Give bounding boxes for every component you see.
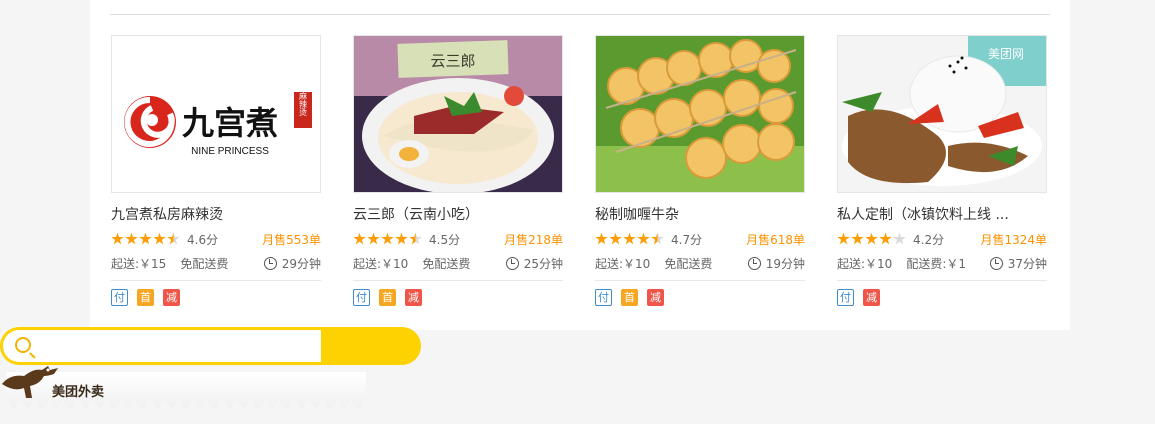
min-order: 起送:￥15 <box>111 256 167 271</box>
restaurant-name[interactable]: 秘制咖喱牛杂 <box>595 205 805 225</box>
delivery-fee: 配送费:￥1 <box>906 256 967 271</box>
restaurant-photo[interactable]: 云三郎 <box>353 35 563 193</box>
delivery-fee: 免配送费 <box>180 256 229 271</box>
delivery-time-value: 19分钟 <box>765 256 805 271</box>
restaurant-name[interactable]: 私人定制（冰镇饮料上线 ... <box>837 205 1047 225</box>
watermark-text: 美团网 <box>988 47 1024 61</box>
delivery-time: 29分钟 <box>263 255 321 272</box>
star-icon <box>851 232 864 245</box>
delivery-time-value: 29分钟 <box>281 256 321 271</box>
rating-score: 4.6分 <box>187 232 219 247</box>
min-order: 起送:￥10 <box>837 256 893 271</box>
restaurant-logo-image[interactable]: 九宫煮 麻辣烫 NINE PRINCESS <box>111 35 321 193</box>
star-icon <box>879 232 892 245</box>
empty-star-icon <box>893 232 906 245</box>
promo-badges: 付 首 减 <box>353 289 563 306</box>
delivery-time: 37分钟 <box>989 255 1047 272</box>
star-icon <box>125 232 138 245</box>
restaurant-photo[interactable]: 美团网 <box>837 35 1047 193</box>
first-order-badge: 首 <box>621 289 638 306</box>
clock-icon <box>989 256 1003 270</box>
search-input-wrapper <box>3 330 321 362</box>
divider <box>595 280 805 281</box>
online-pay-badge: 付 <box>353 289 370 306</box>
logo-text: 九宫煮 <box>182 104 278 142</box>
discount-badge: 减 <box>163 289 180 306</box>
logo-subtitle: NINE PRINCESS <box>191 146 269 157</box>
promo-badges: 付 首 减 <box>595 289 805 306</box>
rating-stars <box>111 232 181 246</box>
min-order: 起送:￥10 <box>353 256 409 271</box>
rating-stars <box>353 232 423 246</box>
logo-seal: 麻辣烫 <box>299 91 308 117</box>
half-star-icon <box>409 232 422 245</box>
divider <box>110 14 1050 15</box>
rating-score: 4.7分 <box>671 232 703 247</box>
rating-score: 4.2分 <box>913 232 945 247</box>
star-icon <box>395 232 408 245</box>
rating-stars <box>837 232 907 246</box>
first-order-badge: 首 <box>379 289 396 306</box>
min-order: 起送:￥10 <box>595 256 651 271</box>
star-icon <box>623 232 636 245</box>
star-icon <box>595 232 608 245</box>
delivery-time: 19分钟 <box>747 255 805 272</box>
rating-score: 4.5分 <box>429 232 461 247</box>
divider <box>111 280 321 281</box>
monthly-sales: 月售618单 <box>746 232 805 247</box>
monthly-sales: 月售1324单 <box>980 232 1047 247</box>
divider <box>837 280 1047 281</box>
clock-icon <box>263 256 277 270</box>
divider <box>353 280 563 281</box>
star-icon <box>637 232 650 245</box>
restaurant-card[interactable]: 美团网 私人定制（冰镇饮料上线 ... 4.2分 月售1324单 起送:￥10 … <box>837 35 1047 306</box>
star-icon <box>139 232 152 245</box>
clock-icon <box>747 256 761 270</box>
search-input[interactable] <box>39 334 309 358</box>
first-order-badge: 首 <box>137 289 154 306</box>
restaurant-name[interactable]: 九宫煮私房麻辣烫 <box>111 205 321 225</box>
discount-badge: 减 <box>863 289 880 306</box>
delivery-fee: 免配送费 <box>422 256 471 271</box>
star-icon <box>367 232 380 245</box>
restaurant-card[interactable]: 秘制咖喱牛杂 4.7分 月售618单 起送:￥10 免配送费 19分钟 付 首 … <box>595 35 805 306</box>
restaurant-card[interactable]: 九宫煮 麻辣烫 NINE PRINCESS 九宫煮私房麻辣烫 4.6分 月售55… <box>111 35 321 306</box>
kangaroo-logo-icon[interactable] <box>0 364 66 400</box>
discount-badge: 减 <box>405 289 422 306</box>
star-icon <box>865 232 878 245</box>
delivery-fee: 免配送费 <box>664 256 713 271</box>
restaurant-card[interactable]: 云三郎 云三郎（云南小吃） 4.5分 月售218单 起送:￥10 免配送费 25… <box>353 35 563 306</box>
delivery-time-value: 37分钟 <box>1007 256 1047 271</box>
star-icon <box>609 232 622 245</box>
star-icon <box>111 232 124 245</box>
online-pay-badge: 付 <box>595 289 612 306</box>
restaurant-photo[interactable] <box>595 35 805 193</box>
restaurant-panel: 九宫煮 麻辣烫 NINE PRINCESS 九宫煮私房麻辣烫 4.6分 月售55… <box>90 0 1070 330</box>
delivery-time: 25分钟 <box>505 255 563 272</box>
photo-sign-text: 云三郎 <box>430 52 475 70</box>
monthly-sales: 月售218单 <box>504 232 563 247</box>
star-icon <box>837 232 850 245</box>
half-star-icon <box>651 232 664 245</box>
clock-icon <box>505 256 519 270</box>
search-icon[interactable] <box>15 337 31 353</box>
star-icon <box>353 232 366 245</box>
half-star-icon <box>167 232 180 245</box>
restaurant-name[interactable]: 云三郎（云南小吃） <box>353 205 563 225</box>
monthly-sales: 月售553单 <box>262 232 321 247</box>
promo-badges: 付 减 <box>837 289 1047 306</box>
online-pay-badge: 付 <box>837 289 854 306</box>
star-icon <box>381 232 394 245</box>
star-icon <box>153 232 166 245</box>
promo-badges: 付 首 减 <box>111 289 321 306</box>
discount-badge: 减 <box>647 289 664 306</box>
delivery-time-value: 25分钟 <box>523 256 563 271</box>
online-pay-badge: 付 <box>111 289 128 306</box>
rating-stars <box>595 232 665 246</box>
search-bar <box>0 327 421 365</box>
